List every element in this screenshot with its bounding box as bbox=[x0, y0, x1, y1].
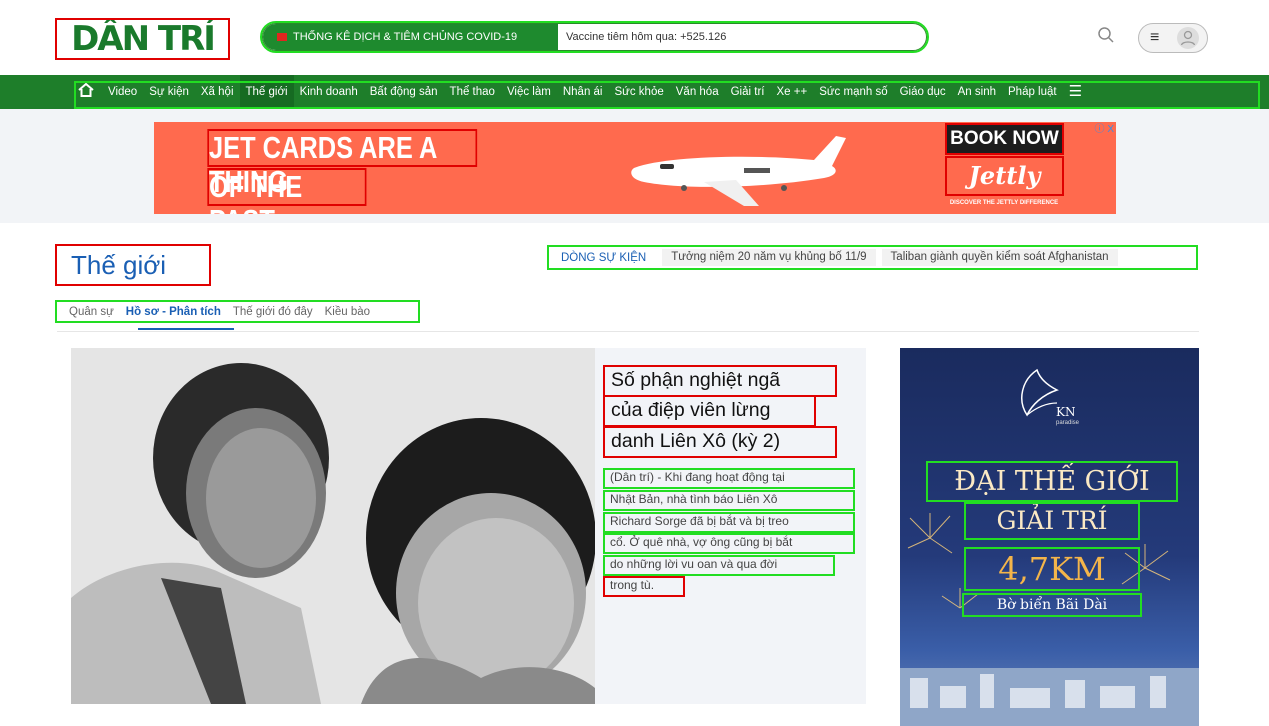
nav-highlight-frame bbox=[74, 81, 1260, 109]
sub-nav: Quân sự Hồ sơ - Phân tích Thế giới đó đâ… bbox=[55, 300, 420, 323]
featured-article-photo[interactable] bbox=[71, 348, 595, 704]
section-divider bbox=[57, 331, 1199, 332]
article-summary-line-2: Nhật Bản, nhà tình báo Liên Xô bbox=[603, 490, 855, 511]
subnav-active-indicator bbox=[138, 328, 234, 330]
adchoices-icon[interactable]: ⓘ X bbox=[1084, 123, 1114, 137]
side-ad-distance: 4,7KM bbox=[964, 547, 1140, 591]
live-dot-icon bbox=[277, 33, 287, 41]
covid-stats-bar[interactable]: THỐNG KÊ DỊCH & TIÊM CHỦNG COVID-19 Vacc… bbox=[260, 21, 929, 53]
hamburger-icon: ≡ bbox=[1150, 29, 1160, 46]
event-link-911[interactable]: Tưởng niệm 20 năm vụ khủng bố 11/9 bbox=[662, 249, 876, 266]
user-icon bbox=[1177, 27, 1199, 49]
site-logo[interactable]: DÂN TRÍ bbox=[55, 18, 230, 60]
subnav-kieu-bao[interactable]: Kiều bào bbox=[325, 306, 370, 318]
kn-paradise-logo: KN paradise bbox=[1012, 365, 1092, 435]
ad-brand-logo: Jettly bbox=[945, 156, 1064, 196]
article-summary-line-4: cổ. Ở quê nhà, vợ ông cũng bị bắt bbox=[603, 533, 855, 554]
article-title-line-1[interactable]: Số phận nghiệt ngã bbox=[603, 365, 837, 397]
side-ad-brand-sub: paradise bbox=[1056, 420, 1080, 426]
side-ad-brand: KN bbox=[1056, 405, 1076, 419]
article-summary-line-3: Richard Sorge đã bị bắt và bị treo bbox=[603, 512, 855, 533]
ad-headline-2: OF THE PAST bbox=[207, 168, 367, 214]
side-ad-headline-2: GIẢI TRÍ bbox=[964, 502, 1140, 540]
jet-ad-banner[interactable]: JET CARDS ARE A THING OF THE PAST BOOK N… bbox=[154, 122, 1116, 214]
ad-headline-1: JET CARDS ARE A THING bbox=[207, 129, 478, 199]
account-menu-button[interactable]: ≡ bbox=[1138, 23, 1208, 53]
article-summary-line-5: do những lời vu oan và qua đời bbox=[603, 555, 835, 576]
search-icon[interactable] bbox=[1097, 26, 1117, 46]
article-summary-line-6: trong tù. bbox=[603, 576, 685, 597]
chevron-right-icon bbox=[543, 24, 557, 50]
subnav-quan-su[interactable]: Quân sự bbox=[69, 306, 114, 318]
private-jet-image bbox=[631, 136, 846, 206]
side-ad-location: Bờ biển Bãi Dài bbox=[962, 593, 1142, 617]
event-link-taliban[interactable]: Taliban giành quyền kiểm soát Afghanista… bbox=[881, 249, 1118, 266]
events-label: DÒNG SỰ KIỆN bbox=[561, 251, 647, 264]
ad-book-now-button[interactable]: BOOK NOW bbox=[945, 123, 1064, 155]
phoenix-logo-icon bbox=[1021, 368, 1059, 417]
ad-tagline: DISCOVER THE JETTLY DIFFERENCE bbox=[949, 200, 1059, 206]
subnav-the-gioi-do-day[interactable]: Thế giới đó đây bbox=[233, 306, 313, 318]
side-ad-headline-1: ĐẠI THẾ GIỚI bbox=[926, 461, 1178, 502]
page-title: Thế giới bbox=[55, 244, 211, 286]
subnav-ho-so-phan-tich[interactable]: Hồ sơ - Phân tích bbox=[126, 306, 221, 318]
article-title-line-2[interactable]: của điệp viên lừng bbox=[603, 395, 816, 427]
article-title-line-3[interactable]: danh Liên Xô (kỳ 2) bbox=[603, 426, 837, 458]
covid-vaccine-stat: Vaccine tiêm hôm qua: +525.126 bbox=[566, 31, 727, 43]
covid-label: THỐNG KÊ DỊCH & TIÊM CHỦNG COVID-19 bbox=[293, 31, 518, 43]
logo-text: DÂN TRÍ bbox=[71, 19, 216, 59]
trending-events-bar: DÒNG SỰ KIỆN Tưởng niệm 20 năm vụ khủng … bbox=[547, 245, 1198, 270]
article-summary-line-1: (Dân trí) - Khi đang hoạt động tại bbox=[603, 468, 855, 489]
covid-label-pill: THỐNG KÊ DỊCH & TIÊM CHỦNG COVID-19 bbox=[263, 24, 558, 50]
